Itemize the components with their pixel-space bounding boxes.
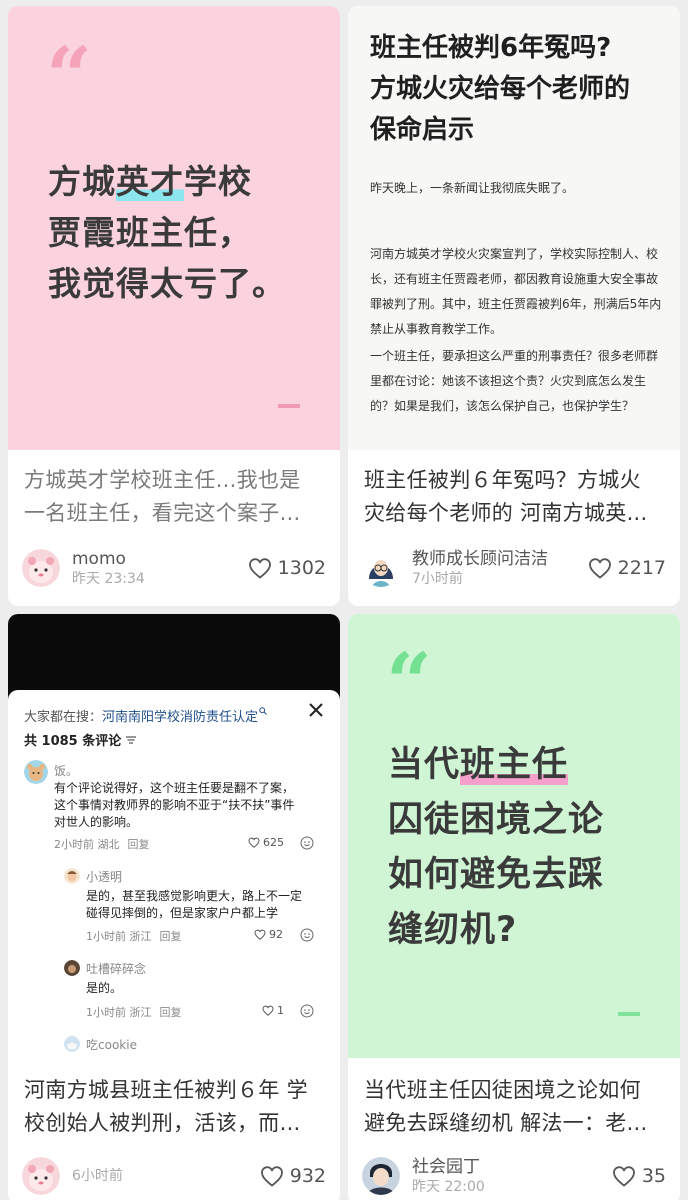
avatar — [64, 960, 80, 976]
comment-meta: 1小时前 浙江 回复 — [86, 930, 182, 943]
comment-reply-item: 吐槽碎碎念 是的。 1小时前 浙江 回复 1 — [64, 960, 324, 1022]
decorative-dash — [618, 1012, 640, 1016]
cover-text: 当代班主任 囚徒困境之论 如何避免去踩 缝纫机? — [388, 738, 604, 958]
avatar[interactable] — [22, 1157, 60, 1195]
comment-text: 是的。 — [86, 981, 123, 995]
comment-panel-screenshot: 大家都在搜： 河南南阳学校消防责任认定 共 1085 条评论 饭。 有个评论说得… — [8, 690, 340, 1058]
like-count: 932 — [289, 1165, 326, 1187]
close-icon — [309, 703, 323, 717]
search-suggestion: 大家都在搜： 河南南阳学校消防责任认定 — [24, 704, 326, 726]
sort-icon — [126, 735, 137, 744]
avatar — [64, 868, 80, 884]
author-row: 教师成长顾问洁洁 7小时前 2217 — [362, 546, 666, 590]
like-button[interactable]: 2217 — [588, 557, 666, 579]
note-title[interactable]: 班主任被判６年冤吗？方城火 灾给每个老师的 河南方城英... — [364, 464, 666, 530]
post-time: 7小时前 — [412, 570, 463, 587]
author-row: momo 昨天 23:34 1302 — [22, 546, 326, 590]
heart-icon — [254, 929, 266, 940]
search-keyword: 河南南阳学校消防责任认定 — [102, 709, 259, 725]
cover-paragraph: 昨天晚上，一条新闻让我彻底失眠了。 — [370, 181, 575, 195]
cover-line: 学校 — [184, 162, 252, 201]
post-time: 昨天 22:00 — [412, 1178, 485, 1195]
like-button[interactable]: 35 — [612, 1165, 666, 1187]
comment-count: 共 1085 条评论 — [24, 730, 326, 749]
commenter-name: 饭。 — [54, 764, 79, 778]
comment-like: 92 — [254, 928, 283, 941]
heart-icon — [588, 558, 611, 579]
note-card-2[interactable]: 班主任被判6年冤吗? 方城火灾给每个老师的 保命启示 昨天晚上，一条新闻让我彻底… — [348, 6, 680, 606]
comment-like: 1 — [262, 1004, 284, 1017]
reply-link: 回复 — [159, 1006, 182, 1019]
quote-mark-icon: “ — [386, 635, 433, 729]
note-card-3[interactable]: 大家都在搜： 河南南阳学校消防责任认定 共 1085 条评论 饭。 有个评论说得… — [8, 614, 340, 1200]
cover-highlight: 英才 — [116, 162, 184, 201]
cover-line: 我觉得太亏了。 — [48, 264, 286, 303]
cover-line: 囚徒困境之论 — [388, 800, 605, 840]
like-button[interactable]: 1302 — [248, 557, 326, 579]
commenter-name: 吃cookie — [86, 1038, 137, 1052]
author-row: 6小时前 932 — [22, 1154, 326, 1198]
search-icon — [259, 707, 267, 715]
emoji-icon — [300, 928, 314, 942]
comment-meta: 2小时前 湖北 回复 — [54, 838, 150, 851]
commenter-name: 吐槽碎碎念 — [86, 962, 147, 976]
note-card-1[interactable]: “ 方城英才学校 贾霞班主任， 我觉得太亏了。 方城英才学校班主任...我也是 … — [8, 6, 340, 606]
comment-item: 饭。 有个评论说得好，这个班主任要是翻不了案， 这个事情对教师界的影响不亚于“扶… — [24, 760, 324, 851]
cover-line: 当代 — [388, 745, 461, 785]
comment-meta: 1小时前 浙江 回复 — [86, 1006, 182, 1019]
avatar[interactable] — [362, 549, 400, 587]
author-name[interactable]: momo — [72, 549, 248, 570]
comment-reply-item: 吃cookie — [64, 1036, 324, 1056]
card-cover-image[interactable]: “ 当代班主任 囚徒困境之论 如何避免去踩 缝纫机? — [348, 614, 680, 1058]
avatar[interactable] — [22, 549, 60, 587]
note-card-4[interactable]: “ 当代班主任 囚徒困境之论 如何避免去踩 缝纫机? 当代班主任囚徒困境之论如何… — [348, 614, 680, 1200]
cover-text: 方城英才学校 贾霞班主任， 我觉得太亏了。 — [48, 156, 286, 309]
comment-like: 625 — [248, 836, 284, 849]
commenter-name: 小透明 — [86, 870, 123, 884]
like-button[interactable]: 932 — [260, 1165, 326, 1187]
like-count: 35 — [641, 1165, 666, 1187]
heart-icon — [262, 1005, 274, 1016]
avatar[interactable] — [362, 1157, 400, 1195]
comment-text: 有个评论说得好，这个班主任要是翻不了案， 这个事情对教师界的影响不亚于“扶不扶”… — [54, 781, 295, 829]
cover-line: 缝纫机? — [388, 910, 518, 950]
cover-line: 方城 — [48, 162, 116, 201]
card-cover-image[interactable]: 大家都在搜： 河南南阳学校消防责任认定 共 1085 条评论 饭。 有个评论说得… — [8, 614, 340, 1058]
cover-line: 贾霞班主任， — [48, 213, 252, 252]
comment-text: 是的，甚至我感觉影响更大，路上不一定 碰得见摔倒的，但是家家户户都上学 — [86, 889, 303, 920]
reply-link: 回复 — [159, 930, 182, 943]
author-name[interactable]: 教师成长顾问洁洁 — [412, 549, 588, 570]
cover-highlight: 班主任 — [460, 745, 569, 785]
card-cover-image[interactable]: “ 方城英才学校 贾霞班主任， 我觉得太亏了。 — [8, 6, 340, 450]
quote-mark-icon: “ — [46, 29, 93, 123]
cover-paragraph: 一个班主任，要承担这么严重的刑事责任？很多老师群里都在讨论：她该不该担这个责？火… — [370, 349, 659, 413]
avatar — [24, 760, 48, 784]
emoji-icon — [300, 1004, 314, 1018]
cover-paragraph: 河南方城英才学校火灾案宣判了，学校实际控制人、校长，还有班主任贾霞老师，都因教育… — [370, 247, 662, 336]
heart-icon — [612, 1166, 635, 1187]
note-title[interactable]: 当代班主任囚徒困境之论如何 避免去踩缝纫机 解法一：老... — [364, 1074, 666, 1140]
heart-icon — [248, 558, 271, 579]
post-time: 6小时前 — [72, 1168, 123, 1184]
comment-reply-item: 小透明 是的，甚至我感觉影响更大，路上不一定 碰得见摔倒的，但是家家户户都上学 … — [64, 868, 324, 948]
author-name[interactable]: 社会园丁 — [412, 1157, 612, 1178]
like-count: 1302 — [277, 557, 326, 579]
post-time: 昨天 23:34 — [72, 570, 145, 587]
decorative-dash — [278, 404, 300, 408]
author-row: 社会园丁 昨天 22:00 35 — [362, 1154, 666, 1198]
cover-line: 如何避免去踩 — [388, 855, 605, 895]
cover-headline: 班主任被判6年冤吗? 方城火灾给每个老师的 保命启示 — [370, 33, 631, 145]
like-count: 2217 — [617, 557, 666, 579]
card-cover-image[interactable]: 班主任被判6年冤吗? 方城火灾给每个老师的 保命启示 昨天晚上，一条新闻让我彻底… — [348, 6, 680, 450]
reply-link: 回复 — [127, 838, 150, 851]
heart-icon — [260, 1166, 283, 1187]
avatar — [64, 1036, 80, 1052]
note-title[interactable]: 河南方城县班主任被判６年 学 校创始人被判刑，活该，而... — [24, 1074, 326, 1140]
note-title[interactable]: 方城英才学校班主任...我也是 一名班主任，看完这个案子... — [24, 464, 326, 530]
heart-icon — [248, 837, 260, 848]
emoji-icon — [300, 836, 314, 850]
